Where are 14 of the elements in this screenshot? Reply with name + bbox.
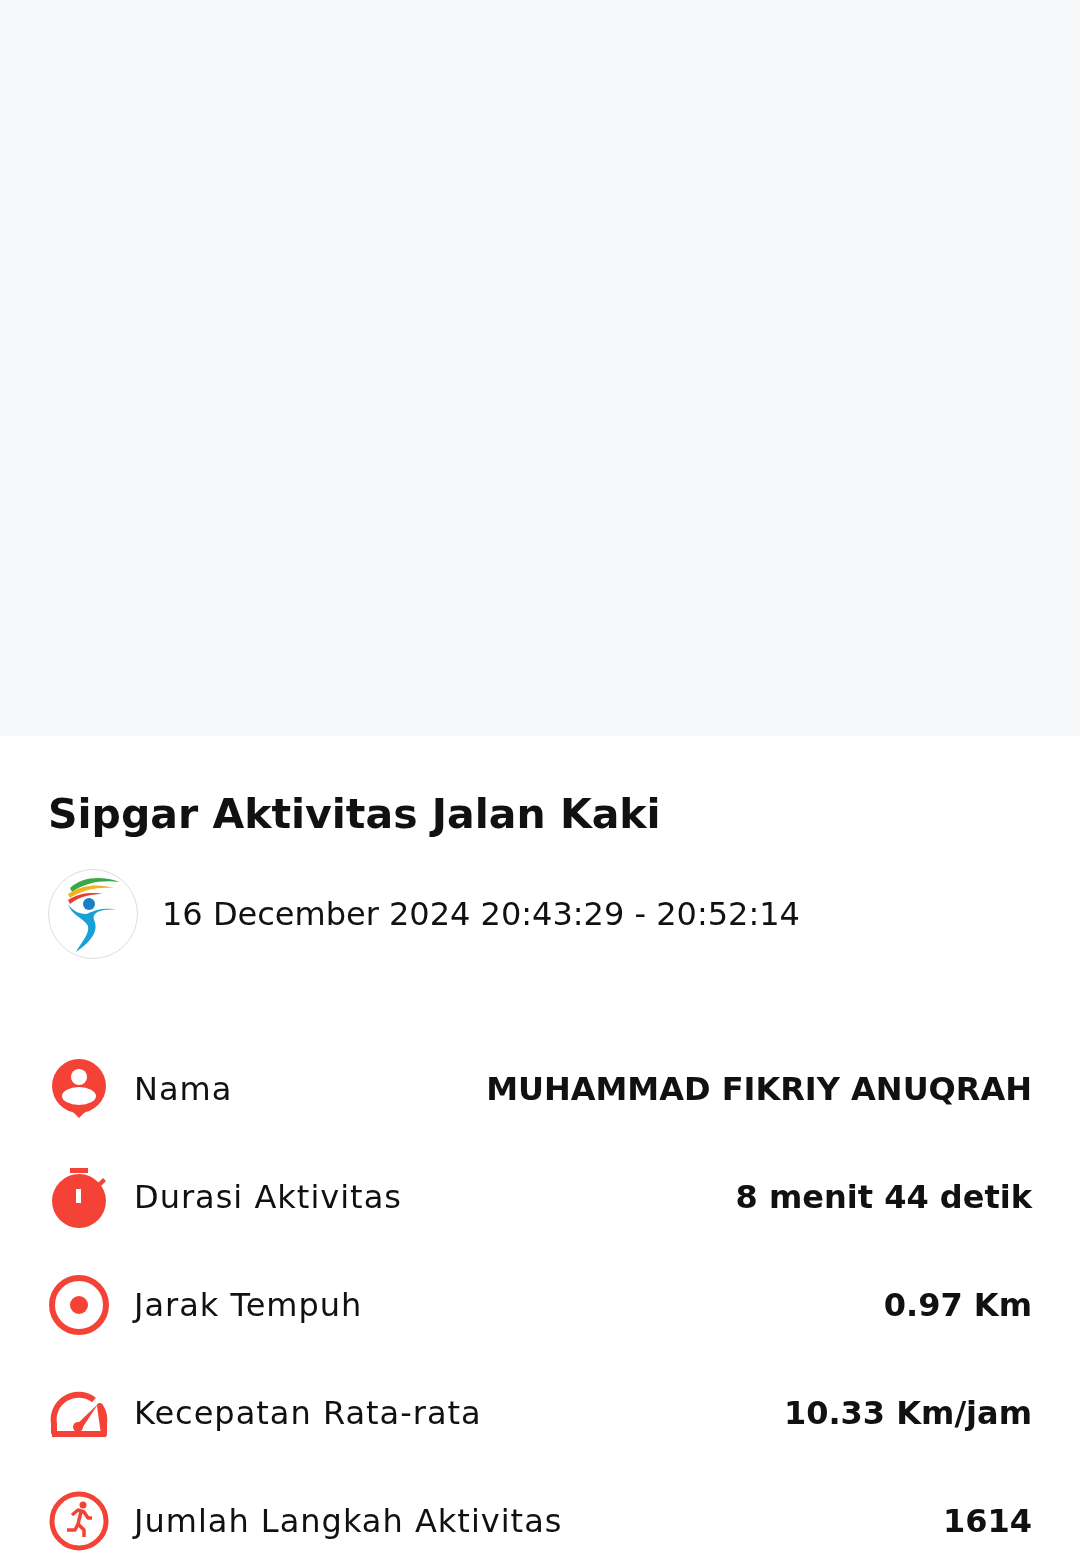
stat-label: Jumlah Langkah Aktivitas bbox=[134, 1501, 563, 1543]
stat-value: 10.33 Km/jam bbox=[783, 1393, 1032, 1435]
stat-value: 8 menit 44 detik bbox=[735, 1177, 1032, 1219]
stat-value: 1614 bbox=[942, 1501, 1032, 1543]
stat-value: 0.97 Km bbox=[883, 1285, 1032, 1327]
date-range: 16 December 2024 20:43:29 - 20:52:14 bbox=[162, 894, 800, 936]
stat-label: Jarak Tempuh bbox=[134, 1285, 363, 1327]
runner-icon bbox=[48, 1490, 110, 1553]
stat-label: Durasi Aktivitas bbox=[134, 1177, 402, 1219]
stat-label: Kecepatan Rata-rata bbox=[134, 1393, 482, 1435]
stat-value: MUHAMMAD FIKRIY ANUQRAH bbox=[486, 1069, 1032, 1111]
stat-label: Nama bbox=[134, 1069, 233, 1111]
target-icon bbox=[48, 1274, 110, 1337]
activity-title: Sipgar Aktivitas Jalan Kaki bbox=[48, 789, 662, 840]
